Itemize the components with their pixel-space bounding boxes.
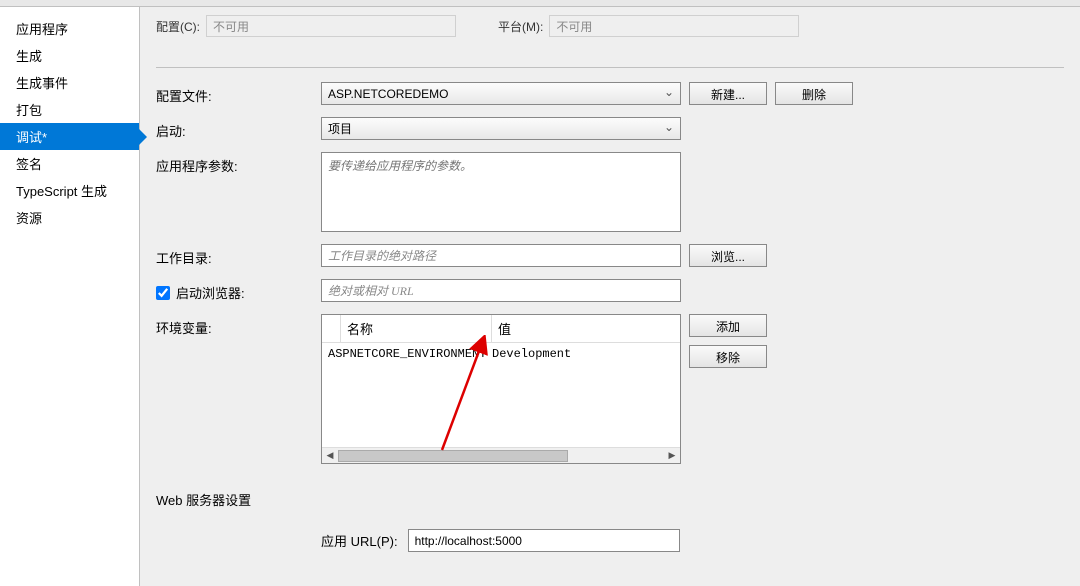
main: 应用程序 生成 生成事件 打包 调试* 签名 TypeScript 生成 资源 … [0,7,1080,586]
env-cell-name: ASPNETCORE_ENVIRONMENT [328,347,492,361]
debug-section: 配置文件: ASP.NETCOREDEMO 新建... 删除 启动: 项目 应用… [156,67,1064,552]
profile-label: 配置文件: [156,82,321,105]
env-scrollbar[interactable]: ◀ ▶ [322,447,680,463]
app-url-input[interactable] [408,529,680,552]
env-col-value: 值 [492,315,680,342]
args-label: 应用程序参数: [156,152,321,175]
sidebar-item-typescript[interactable]: TypeScript 生成 [0,177,139,204]
env-table[interactable]: 名称 值 ASPNETCORE_ENVIRONMENT Development … [321,314,681,464]
sidebar-item-app[interactable]: 应用程序 [0,15,139,42]
config-label: 配置(C): [156,18,200,35]
sidebar-item-resources[interactable]: 资源 [0,204,139,231]
sidebar-item-build-events[interactable]: 生成事件 [0,69,139,96]
sidebar-item-package[interactable]: 打包 [0,96,139,123]
launch-combo[interactable]: 项目 [321,117,681,140]
launch-browser-label[interactable]: 启动浏览器: [156,279,321,302]
scroll-right-icon[interactable]: ▶ [664,449,680,463]
sidebar: 应用程序 生成 生成事件 打包 调试* 签名 TypeScript 生成 资源 [0,7,140,586]
sidebar-item-build[interactable]: 生成 [0,42,139,69]
launch-browser-checkbox[interactable] [156,286,170,300]
scroll-left-icon[interactable]: ◀ [322,449,338,463]
tab-strip [0,0,1080,7]
config-combo: 不可用 [206,15,456,37]
delete-profile-button[interactable]: 删除 [775,82,853,105]
launch-label: 启动: [156,117,321,140]
config-platform-row: 配置(C): 不可用 平台(M): 不可用 [156,7,1064,67]
browse-button[interactable]: 浏览... [689,244,767,267]
content-pane: 配置(C): 不可用 平台(M): 不可用 配置文件: ASP.NETCORED… [140,7,1080,586]
add-env-button[interactable]: 添加 [689,314,767,337]
env-cell-value: Development [492,347,680,361]
scroll-thumb[interactable] [338,450,568,462]
launch-browser-url-input[interactable] [321,279,681,302]
sidebar-item-debug[interactable]: 调试* [0,123,139,150]
workdir-input[interactable] [321,244,681,267]
new-profile-button[interactable]: 新建... [689,82,767,105]
sidebar-item-signing[interactable]: 签名 [0,150,139,177]
env-row[interactable]: ASPNETCORE_ENVIRONMENT Development [322,345,680,363]
remove-env-button[interactable]: 移除 [689,345,767,368]
launch-browser-text: 启动浏览器: [176,283,245,302]
profile-combo[interactable]: ASP.NETCOREDEMO [321,82,681,105]
env-header: 名称 值 [322,315,680,343]
env-label: 环境变量: [156,314,321,337]
env-col-name: 名称 [340,315,492,342]
web-server-section-title: Web 服务器设置 [156,476,321,515]
platform-label: 平台(M): [498,18,543,35]
platform-combo: 不可用 [549,15,799,37]
app-url-label: 应用 URL(P): [321,531,398,550]
env-body: ASPNETCORE_ENVIRONMENT Development [322,343,680,447]
workdir-label: 工作目录: [156,244,321,267]
args-input[interactable] [321,152,681,232]
